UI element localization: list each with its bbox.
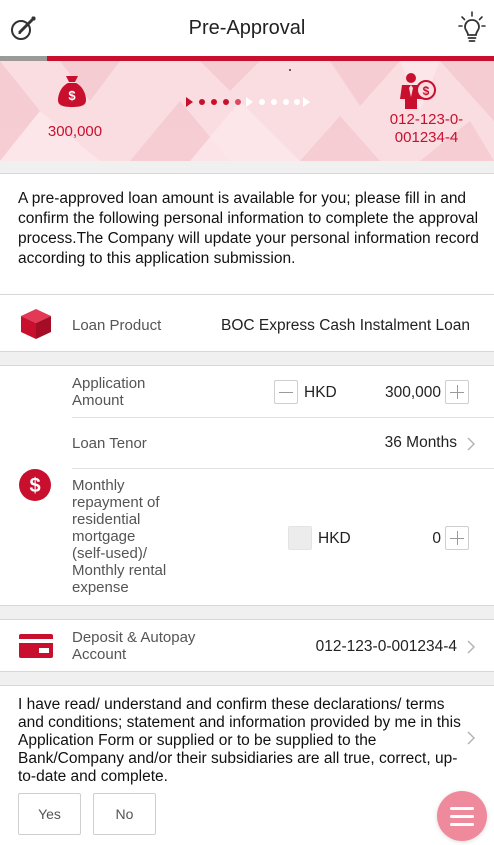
amount-currency: HKD (304, 384, 337, 401)
loan-product-label: Loan Product (72, 317, 162, 334)
svg-text:$: $ (423, 84, 430, 98)
section-gap (0, 161, 494, 173)
dotted-arrow-icon (186, 97, 310, 107)
application-amount-label-line-1: Application (72, 375, 146, 392)
repayment-value[interactable]: 0 (432, 530, 441, 548)
application-details: $ Application Amount HKD 300,000 Loan Te… (0, 365, 494, 606)
declaration-row[interactable]: I have read/ understand and confirm thes… (0, 686, 494, 786)
banner-amount: 300,000 (47, 123, 103, 140)
banner-account-line-2: 001234-4 (394, 129, 459, 146)
repayment-label-line: residential (72, 511, 141, 528)
floating-menu-button[interactable] (437, 791, 487, 841)
repayment-label-line: Monthly (72, 477, 125, 494)
intro-text: A pre-approved loan amount is available … (18, 190, 479, 267)
repayment-label-line: (self-used)/ (72, 545, 148, 562)
amount-value[interactable]: 300,000 (385, 384, 441, 402)
deposit-label-line-1: Deposit & Autopay (72, 629, 196, 646)
loan-tenor-label: Loan Tenor (72, 435, 147, 452)
section-gap (0, 672, 494, 685)
repayment-label-line: Monthly rental (72, 562, 167, 579)
chevron-right-icon (467, 640, 476, 654)
repayment-currency: HKD (318, 530, 351, 547)
chevron-right-icon (467, 731, 476, 745)
section-gap (0, 352, 494, 365)
menu-icon (450, 823, 474, 826)
deposit-account-value: 012-123-0-001234-4 (315, 638, 457, 655)
page-title: Pre-Approval (188, 16, 306, 39)
deposit-account-row[interactable]: Deposit & Autopay Account 012-123-0-0012… (0, 619, 494, 672)
menu-icon (450, 815, 474, 818)
amount-decrease-button[interactable] (274, 380, 298, 404)
loan-product-row: Loan Product BOC Express Cash Instalment… (0, 295, 494, 352)
loan-tenor-value: 36 Months (384, 434, 457, 451)
repayment-decrease-button[interactable] (288, 526, 312, 550)
banner-account-line-1: 012-123-0- (389, 111, 464, 128)
amount-increase-button[interactable] (445, 380, 469, 404)
decorative-dot (289, 69, 291, 71)
loan-product-value: BOC Express Cash Instalment Loan (221, 317, 470, 334)
chevron-right-icon (467, 437, 476, 451)
yes-button[interactable]: Yes (18, 793, 81, 835)
loan-tenor-row[interactable]: Loan Tenor 36 Months (0, 418, 494, 468)
row-divider (72, 468, 494, 469)
svg-text:$: $ (29, 475, 40, 497)
section-gap (0, 606, 494, 619)
intro-panel: A pre-approved loan amount is available … (0, 173, 494, 295)
person-money-icon: $ (400, 73, 436, 109)
application-amount-label-line-2: Amount (72, 392, 124, 409)
app-header: Pre-Approval (0, 0, 494, 56)
dollar-circle-icon: $ (19, 469, 51, 501)
money-bag-icon: $ (58, 76, 86, 107)
banner-account: 012-123-0- 001234-4 (359, 111, 494, 147)
declaration-text: I have read/ understand and confirm thes… (18, 696, 461, 785)
application-amount-label: Application Amount (72, 375, 145, 409)
repayment-label-line: mortgage (72, 528, 136, 545)
edit-icon[interactable] (8, 13, 38, 43)
card-icon (19, 634, 53, 658)
svg-text:$: $ (68, 88, 76, 103)
repayment-increase-button[interactable] (445, 526, 469, 550)
loan-summary-banner: $ 300,000 $ 012-123-0- 001234-4 (0, 61, 494, 161)
repayment-label-line: repayment of (72, 494, 160, 511)
monthly-repayment-label: Monthly repayment of residential mortgag… (72, 477, 192, 596)
deposit-account-label: Deposit & Autopay Account (72, 629, 195, 663)
menu-icon (450, 807, 474, 810)
deposit-label-line-2: Account (72, 646, 127, 663)
lightbulb-icon[interactable] (458, 11, 486, 45)
no-button[interactable]: No (93, 793, 156, 835)
box-icon (21, 309, 51, 339)
repayment-label-line: expense (72, 579, 129, 596)
